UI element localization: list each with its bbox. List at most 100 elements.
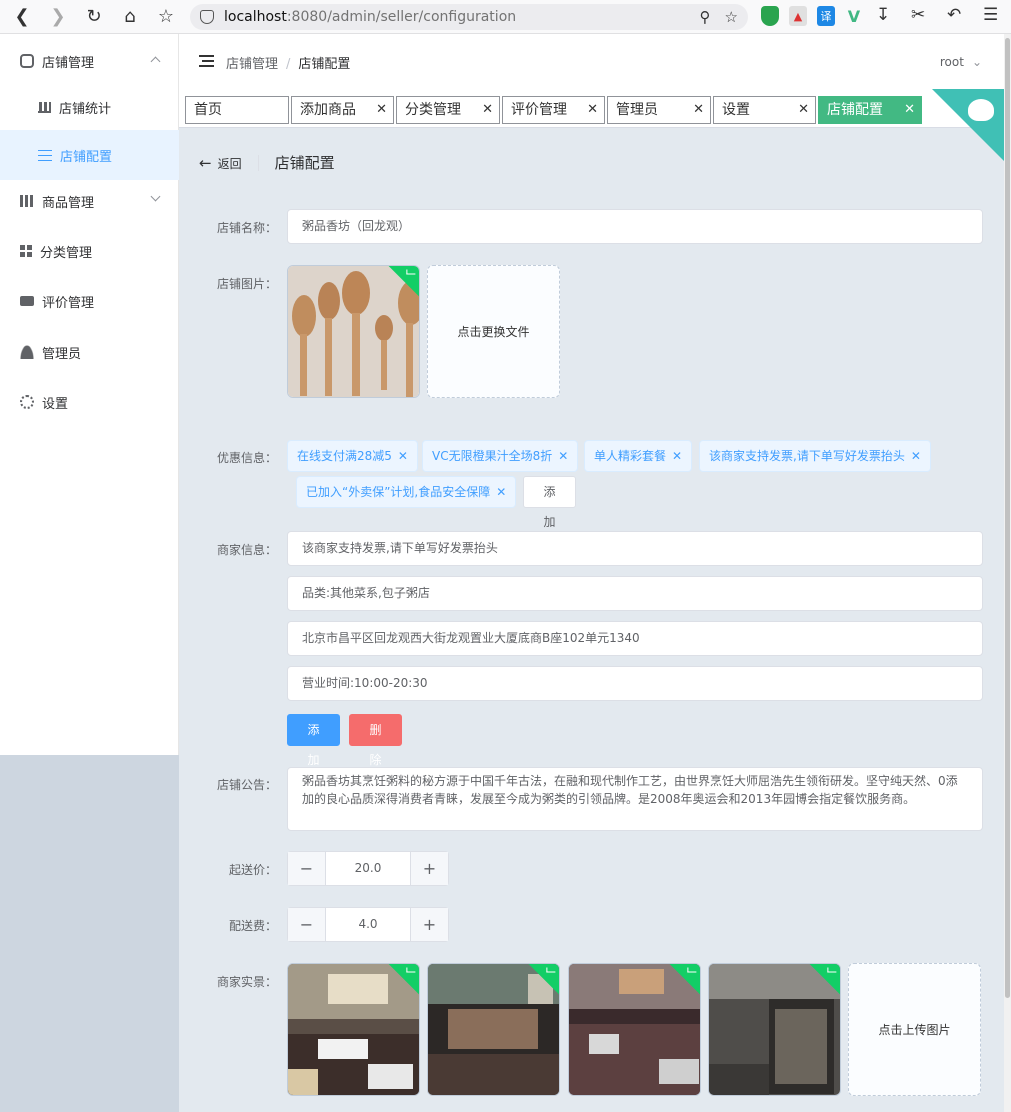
replace-image-label: 点击更换文件	[457, 325, 530, 339]
close-icon[interactable]: ✕	[558, 449, 568, 463]
download-icon[interactable]: ↧	[876, 5, 890, 25]
upload-photo-button[interactable]: 点击上传图片	[848, 963, 981, 1096]
close-icon[interactable]: ✕	[693, 97, 704, 123]
breadcrumb-separator: /	[286, 57, 291, 72]
chevron-up-icon	[150, 56, 161, 67]
sidebar-item-label: 店铺管理	[42, 55, 95, 71]
delete-info-button[interactable]: 删除	[349, 714, 402, 767]
tab-label: 首页	[194, 102, 222, 118]
merchant-info-input[interactable]: 品类:其他菜系,包子粥店	[287, 576, 983, 611]
scrollbar[interactable]	[1004, 34, 1011, 1112]
cut-icon[interactable]: ✂	[911, 5, 925, 25]
merchant-info-input[interactable]: 营业时间:10:00-20:30	[287, 666, 983, 701]
decrease-button[interactable]: −	[288, 908, 326, 941]
sidebar-item-store-stats[interactable]: 店铺统计	[0, 82, 179, 132]
close-icon[interactable]: ✕	[904, 97, 915, 123]
tab-admin[interactable]: 管理员 ✕	[607, 96, 711, 124]
reload-icon[interactable]: ↻	[76, 0, 112, 34]
sidebar-item-store-management[interactable]: 店铺管理	[0, 36, 179, 86]
tab-category[interactable]: 分类管理 ✕	[396, 96, 500, 124]
browser-toolbar: ❮ ❯ ↻ ⌂ ☆ localhost:8080/admin/seller/co…	[0, 0, 1011, 34]
site-info-icon[interactable]	[200, 10, 214, 24]
tab-label: 店铺配置	[827, 102, 883, 118]
merchant-info-input[interactable]: 北京市昌平区回龙观西大街龙观置业大厦底商B座102单元1340	[287, 621, 983, 656]
home-icon[interactable]: ⌂	[112, 0, 148, 34]
tab-settings[interactable]: 设置 ✕	[713, 96, 816, 124]
merchant-info-input[interactable]: 该商家支持发票,请下单写好发票抬头	[287, 531, 983, 566]
user-dropdown[interactable]: root ⌄	[940, 55, 982, 69]
tab-label: 管理员	[616, 102, 658, 118]
discount-tag: 已加入“外卖保”计划,食品安全保障 ✕	[296, 476, 517, 508]
breadcrumb-item[interactable]: 店铺管理	[226, 57, 278, 72]
add-discount-button[interactable]: 添加	[523, 476, 576, 529]
breadcrumb: 店铺管理 / 店铺配置	[226, 53, 350, 72]
extension-icon[interactable]: ▲	[789, 6, 807, 26]
user-icon	[20, 345, 34, 359]
sidebar-item-label: 设置	[42, 396, 69, 412]
sidebar-item-category[interactable]: 分类管理	[0, 226, 179, 276]
shop-photo-thumb[interactable]	[427, 963, 560, 1096]
page-title: 店铺配置	[274, 154, 335, 172]
close-icon[interactable]: ✕	[482, 97, 493, 123]
decrease-button[interactable]: −	[288, 852, 326, 885]
close-icon[interactable]: ✕	[672, 449, 682, 463]
sidebar-item-admin[interactable]: 管理员	[0, 327, 179, 377]
back-icon[interactable]: ❮	[4, 0, 40, 34]
tab-label: 设置	[722, 102, 750, 118]
store-image-thumb[interactable]	[287, 265, 420, 398]
zoom-icon[interactable]: ⚲	[700, 8, 711, 26]
sidebar-item-goods[interactable]: 商品管理	[0, 176, 179, 226]
menu-icon[interactable]: ☰	[983, 5, 998, 25]
url-path: :8080/admin/seller/configuration	[286, 9, 517, 25]
user-name: root	[939, 55, 964, 69]
store-name-input[interactable]: 粥品香坊（回龙观）	[287, 209, 983, 244]
merchant-info-label: 商家信息：	[216, 543, 277, 557]
sidebar-item-settings[interactable]: 设置	[0, 377, 179, 427]
close-icon[interactable]: ✕	[376, 97, 387, 123]
tab-add-goods[interactable]: 添加商品 ✕	[291, 96, 394, 124]
discount-tag: 该商家支持发票,请下单写好发票抬头 ✕	[699, 440, 931, 472]
sidebar-item-reviews[interactable]: 评价管理	[0, 276, 179, 326]
shop-photo-thumb[interactable]	[287, 963, 420, 1096]
bookmark-star-icon[interactable]: ☆	[148, 0, 184, 34]
delivery-fee-value[interactable]: 4.0	[326, 908, 410, 941]
undo-icon[interactable]: ↶	[947, 5, 961, 25]
bookmark-page-icon[interactable]: ☆	[725, 8, 738, 26]
address-bar[interactable]: localhost:8080/admin/seller/configuratio…	[190, 4, 748, 30]
replace-image-button[interactable]: 点击更换文件	[427, 265, 560, 398]
discount-tag: 单人精彩套餐 ✕	[584, 440, 693, 472]
shop-photo-thumb[interactable]	[568, 963, 701, 1096]
wooden-spoons-image	[288, 266, 419, 397]
discount-tag-label: 该商家支持发票,请下单写好发票抬头	[709, 449, 905, 463]
min-price-value[interactable]: 20.0	[326, 852, 410, 885]
sidebar-item-store-config[interactable]: 店铺配置	[0, 130, 179, 180]
notice-textarea[interactable]: 粥品香坊其烹饪粥料的秘方源于中国千年古法，在融和现代制作工艺，由世界烹饪大师屈浩…	[287, 767, 983, 831]
close-icon[interactable]: ✕	[496, 485, 506, 499]
sidebar-item-label: 分类管理	[40, 245, 93, 261]
tab-home[interactable]: 首页	[185, 96, 289, 124]
back-link[interactable]: ← 返回	[199, 154, 242, 172]
close-icon[interactable]: ✕	[798, 97, 809, 123]
add-info-button[interactable]: 添加	[287, 714, 340, 767]
shield-extension-icon[interactable]	[761, 6, 779, 26]
store-icon	[20, 54, 34, 68]
translate-icon[interactable]: 译	[817, 6, 835, 26]
bar-chart-icon	[38, 101, 51, 113]
vue-devtools-icon[interactable]: V	[845, 6, 863, 26]
close-icon[interactable]: ✕	[587, 97, 598, 123]
scrollbar-thumb[interactable]	[1005, 38, 1010, 998]
forward-icon[interactable]: ❯	[40, 0, 76, 34]
close-icon[interactable]: ✕	[911, 449, 921, 463]
hamburger-icon[interactable]	[199, 55, 214, 67]
shop-photo-thumb[interactable]	[708, 963, 841, 1096]
github-corner[interactable]	[932, 89, 1004, 161]
close-icon[interactable]: ✕	[398, 449, 408, 463]
header: 店铺管理 / 店铺配置 root ⌄	[179, 34, 1004, 90]
tab-store-config[interactable]: 店铺配置 ✕	[818, 96, 922, 124]
discount-tag-label: 单人精彩套餐	[594, 449, 667, 463]
increase-button[interactable]: +	[410, 852, 448, 885]
min-price-stepper: − 20.0 +	[287, 851, 449, 886]
gear-icon	[20, 395, 34, 409]
increase-button[interactable]: +	[410, 908, 448, 941]
tab-reviews[interactable]: 评价管理 ✕	[502, 96, 605, 124]
